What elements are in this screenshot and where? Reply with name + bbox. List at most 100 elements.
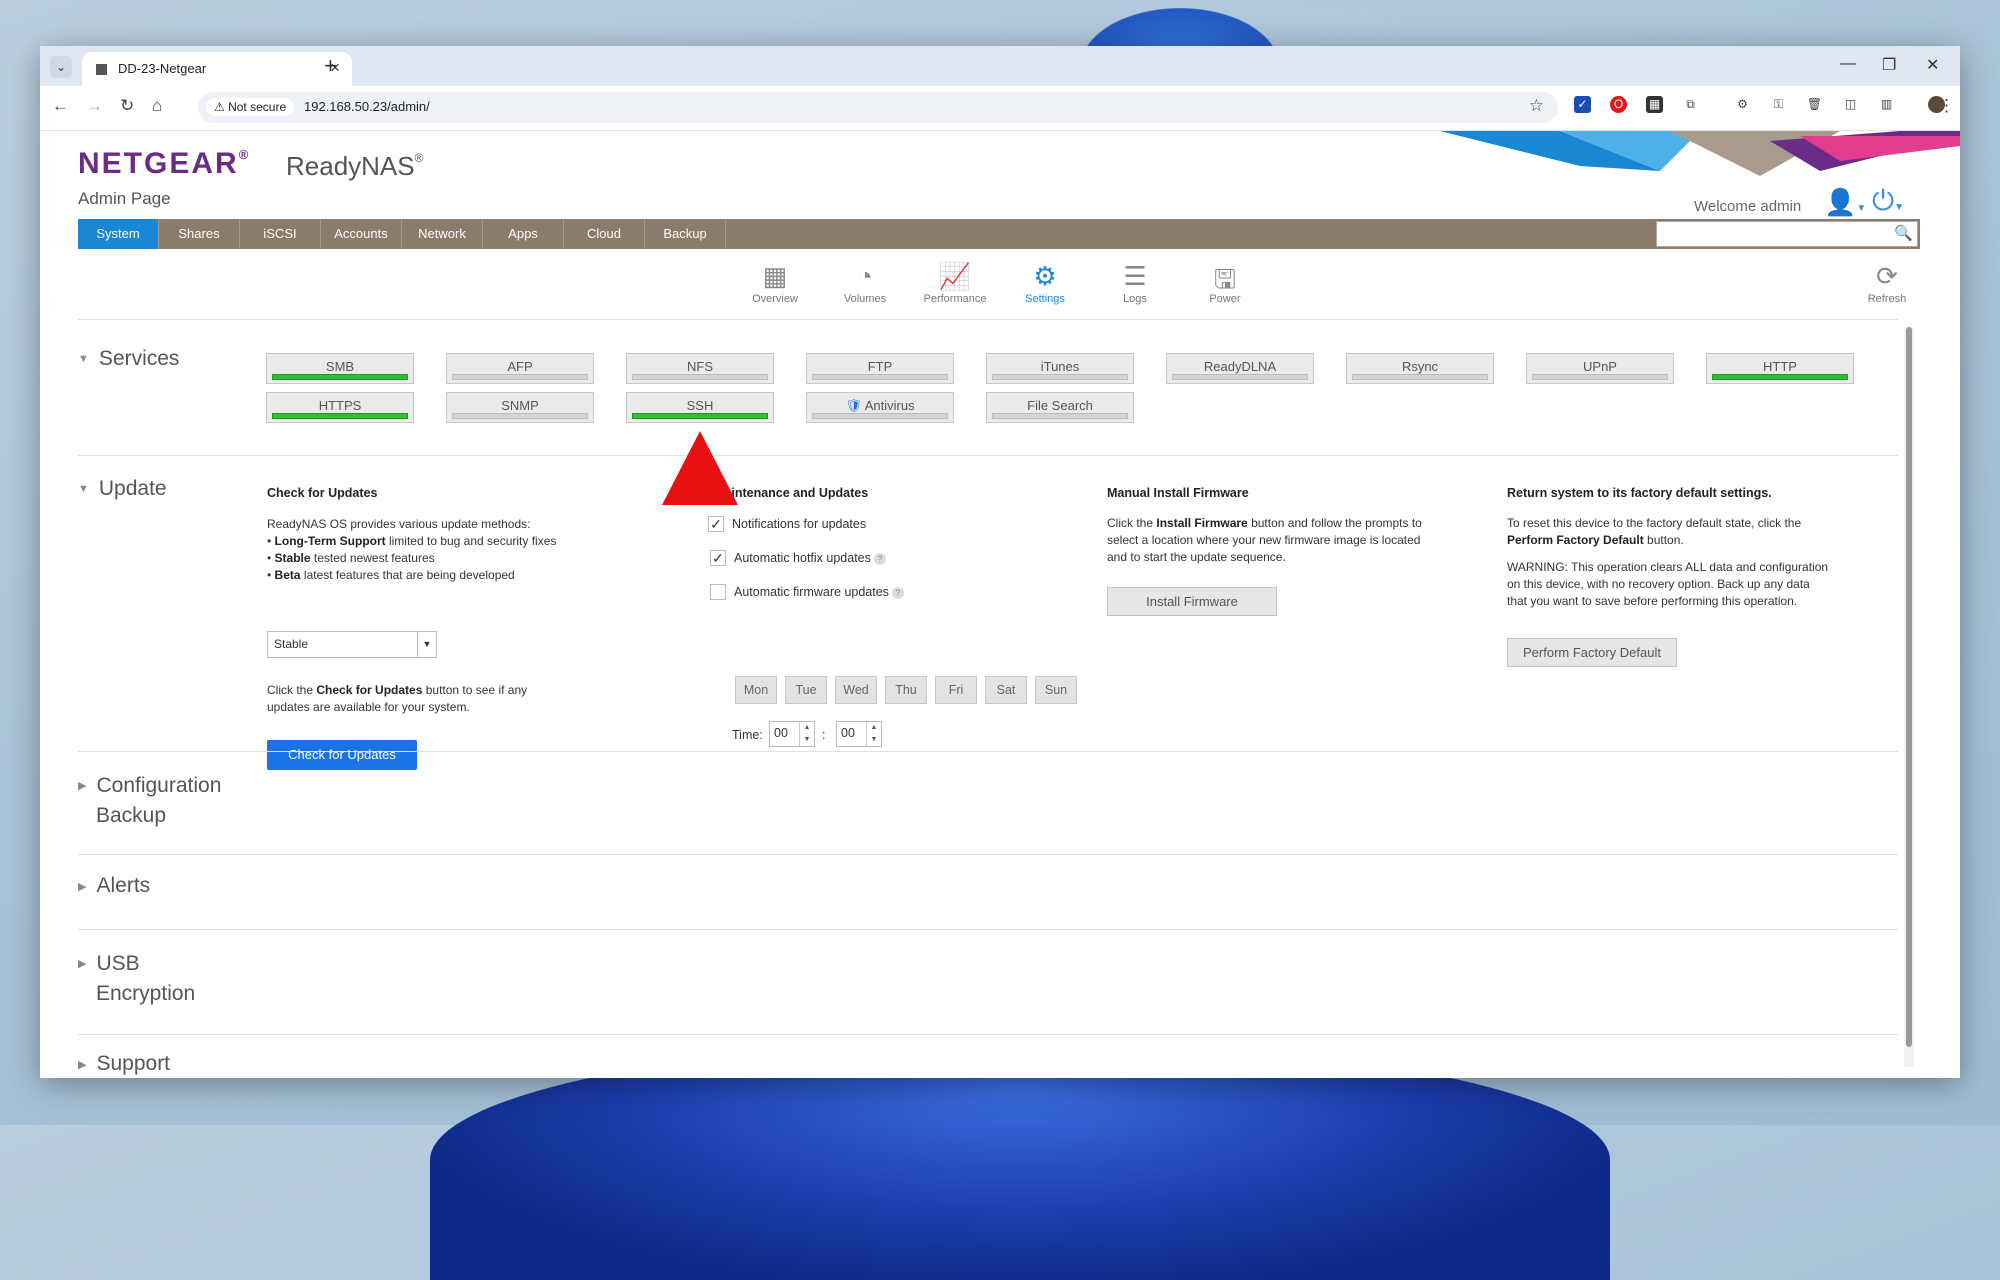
install-firmware-button[interactable]: Install Firmware <box>1107 587 1277 616</box>
day-thu-button[interactable]: Thu <box>885 676 927 704</box>
extensions-puzzle-icon[interactable]: ⧉ <box>1682 96 1699 113</box>
service-ftp-button[interactable]: FTP <box>806 353 954 384</box>
reload-icon[interactable]: ↻ <box>120 96 134 116</box>
service-itunes-button[interactable]: iTunes <box>986 353 1134 384</box>
service-label-wrap: 🛡 Antivirus <box>807 393 953 414</box>
netgear-logo: NETGEAR® <box>78 147 250 181</box>
update-channel-select[interactable]: Stable ▼ <box>267 631 437 658</box>
overview-icon: ▦ <box>762 261 788 291</box>
nav-tab-apps[interactable]: Apps <box>483 219 564 249</box>
notifications-checkbox[interactable]: ✓ <box>708 516 724 532</box>
check-for-updates-button[interactable]: Check for Updates <box>267 740 417 770</box>
day-sat-button[interactable]: Sat <box>985 676 1027 704</box>
notifications-label: Notifications for updates <box>732 517 867 531</box>
address-bar[interactable]: ⚠ Not secure 192.168.50.23/admin/ ☆ <box>198 92 1558 123</box>
section-title-text-2: Encryption <box>96 981 196 1005</box>
nav-tab-system[interactable]: System <box>78 219 159 249</box>
service-status-bar <box>1532 374 1668 380</box>
refresh-label: Refresh <box>1867 293 1907 305</box>
extension-grid-icon[interactable]: ▦ <box>1646 96 1663 113</box>
back-icon[interactable]: ← <box>52 96 69 116</box>
reading-icon[interactable]: ◫ <box>1842 96 1859 113</box>
extension-tool-icon[interactable]: ⚙ <box>1734 96 1751 113</box>
scrollbar-thumb[interactable] <box>1906 327 1912 1047</box>
service-upnp-button[interactable]: UPnP <box>1526 353 1674 384</box>
subnav-power[interactable]: 🖫 Power <box>1190 261 1260 305</box>
nav-tab-shares[interactable]: Shares <box>159 219 240 249</box>
perform-factory-default-button[interactable]: Perform Factory Default <box>1507 638 1677 667</box>
stepper-arrows-icon[interactable]: ▲ ▼ <box>799 722 814 746</box>
section-alerts-header[interactable]: ▶ Alerts <box>78 874 150 898</box>
sidepanel-icon[interactable]: ▥ <box>1878 96 1895 113</box>
service-readydlna-button[interactable]: ReadyDLNA <box>1166 353 1314 384</box>
nav-tab-iscsi[interactable]: iSCSI <box>240 219 321 249</box>
hour-stepper[interactable]: 00 ▲ ▼ <box>769 721 815 747</box>
service-ssh-button[interactable]: SSH <box>626 392 774 423</box>
nav-tab-backup[interactable]: Backup <box>645 219 726 249</box>
security-indicator[interactable]: ⚠ Not secure <box>206 98 295 116</box>
home-icon[interactable]: ⌂ <box>152 96 162 116</box>
extension-opera-icon[interactable]: O <box>1610 96 1627 113</box>
tab-search-icon[interactable]: ⌄ <box>50 56 72 78</box>
menu-dots-icon[interactable]: ⋮ <box>1938 96 1955 116</box>
nav-tab-network[interactable]: Network <box>402 219 483 249</box>
section-services-header[interactable]: ▼ Services <box>78 347 179 371</box>
user-icon[interactable]: 👤▼ <box>1824 187 1866 218</box>
browser-tab[interactable]: DD-23-Netgear × <box>82 52 352 86</box>
url-text[interactable]: 192.168.50.23/admin/ <box>304 99 430 114</box>
section-support-header[interactable]: ▶ Support <box>78 1052 170 1076</box>
stepper-arrows-icon[interactable]: ▲ ▼ <box>866 722 881 746</box>
service-afp-button[interactable]: AFP <box>446 353 594 384</box>
subnav-logs[interactable]: ☰ Logs <box>1100 261 1170 305</box>
service-label: File Search <box>1027 398 1093 413</box>
subnav-settings[interactable]: ⚙ Settings <box>1010 261 1080 305</box>
passwords-key-icon[interactable]: ⚿ <box>1770 96 1787 113</box>
service-snmp-button[interactable]: SNMP <box>446 392 594 423</box>
day-tue-button[interactable]: Tue <box>785 676 827 704</box>
section-config-backup-header[interactable]: ▶ Configuration Backup <box>78 771 221 830</box>
nav-tab-cloud[interactable]: Cloud <box>564 219 645 249</box>
section-update-header[interactable]: ▼ Update <box>78 477 167 501</box>
collapse-triangle-icon: ▼ <box>78 483 89 496</box>
extension-check-icon[interactable]: ✓ <box>1574 96 1591 113</box>
trash-icon[interactable]: 🗑 <box>1806 96 1823 113</box>
service-nfs-button[interactable]: NFS <box>626 353 774 384</box>
service-antivirus-button[interactable]: 🛡 Antivirus <box>806 392 954 423</box>
service-file-search-button[interactable]: File Search <box>986 392 1134 423</box>
firmware-checkbox[interactable] <box>710 584 726 600</box>
day-mon-button[interactable]: Mon <box>735 676 777 704</box>
collapse-triangle-icon: ▼ <box>78 353 89 366</box>
service-https-button[interactable]: HTTPS <box>266 392 414 423</box>
firmware-label: Automatic firmware updates? <box>734 585 904 599</box>
service-rsync-button[interactable]: Rsync <box>1346 353 1494 384</box>
day-fri-button[interactable]: Fri <box>935 676 977 704</box>
day-wed-button[interactable]: Wed <box>835 676 877 704</box>
day-sun-button[interactable]: Sun <box>1035 676 1077 704</box>
search-input[interactable]: 🔍 <box>1656 221 1918 247</box>
service-label: FTP <box>867 359 893 374</box>
forward-icon[interactable]: → <box>86 96 103 116</box>
close-window-icon[interactable]: ✕ <box>1926 55 1939 75</box>
check-updates-heading: Check for Updates <box>267 486 378 500</box>
factory-line-2: Perform Factory Default button. <box>1507 532 1828 549</box>
service-smb-button[interactable]: SMB <box>266 353 414 384</box>
help-icon[interactable]: ? <box>891 587 904 599</box>
restore-icon[interactable]: ❐ <box>1882 55 1896 75</box>
nav-tab-accounts[interactable]: Accounts <box>321 219 402 249</box>
minute-stepper[interactable]: 00 ▲ ▼ <box>836 721 882 747</box>
subnav-volumes[interactable]: ◔ Volumes <box>830 261 900 305</box>
subnav-performance[interactable]: 📈 Performance <box>920 261 990 305</box>
power-icon[interactable]: ⏻▼ <box>1872 185 1904 218</box>
help-icon[interactable]: ? <box>873 553 886 565</box>
power-settings-icon: 🖫 <box>1213 264 1237 294</box>
new-tab-icon[interactable]: + <box>324 53 337 79</box>
refresh-button[interactable]: ⟳ Refresh <box>1852 261 1922 305</box>
bookmark-star-icon[interactable]: ☆ <box>1529 96 1544 116</box>
section-usb-encryption-header[interactable]: ▶ USB Encryption <box>78 949 195 1008</box>
subnav-overview[interactable]: ▦ Overview <box>740 261 810 305</box>
search-icon[interactable]: 🔍 <box>1894 224 1913 242</box>
service-http-button[interactable]: HTTP <box>1706 353 1854 384</box>
minimize-icon[interactable]: — <box>1840 55 1856 73</box>
hotfix-checkbox[interactable]: ✓ <box>710 550 726 566</box>
service-status-bar <box>992 413 1128 419</box>
